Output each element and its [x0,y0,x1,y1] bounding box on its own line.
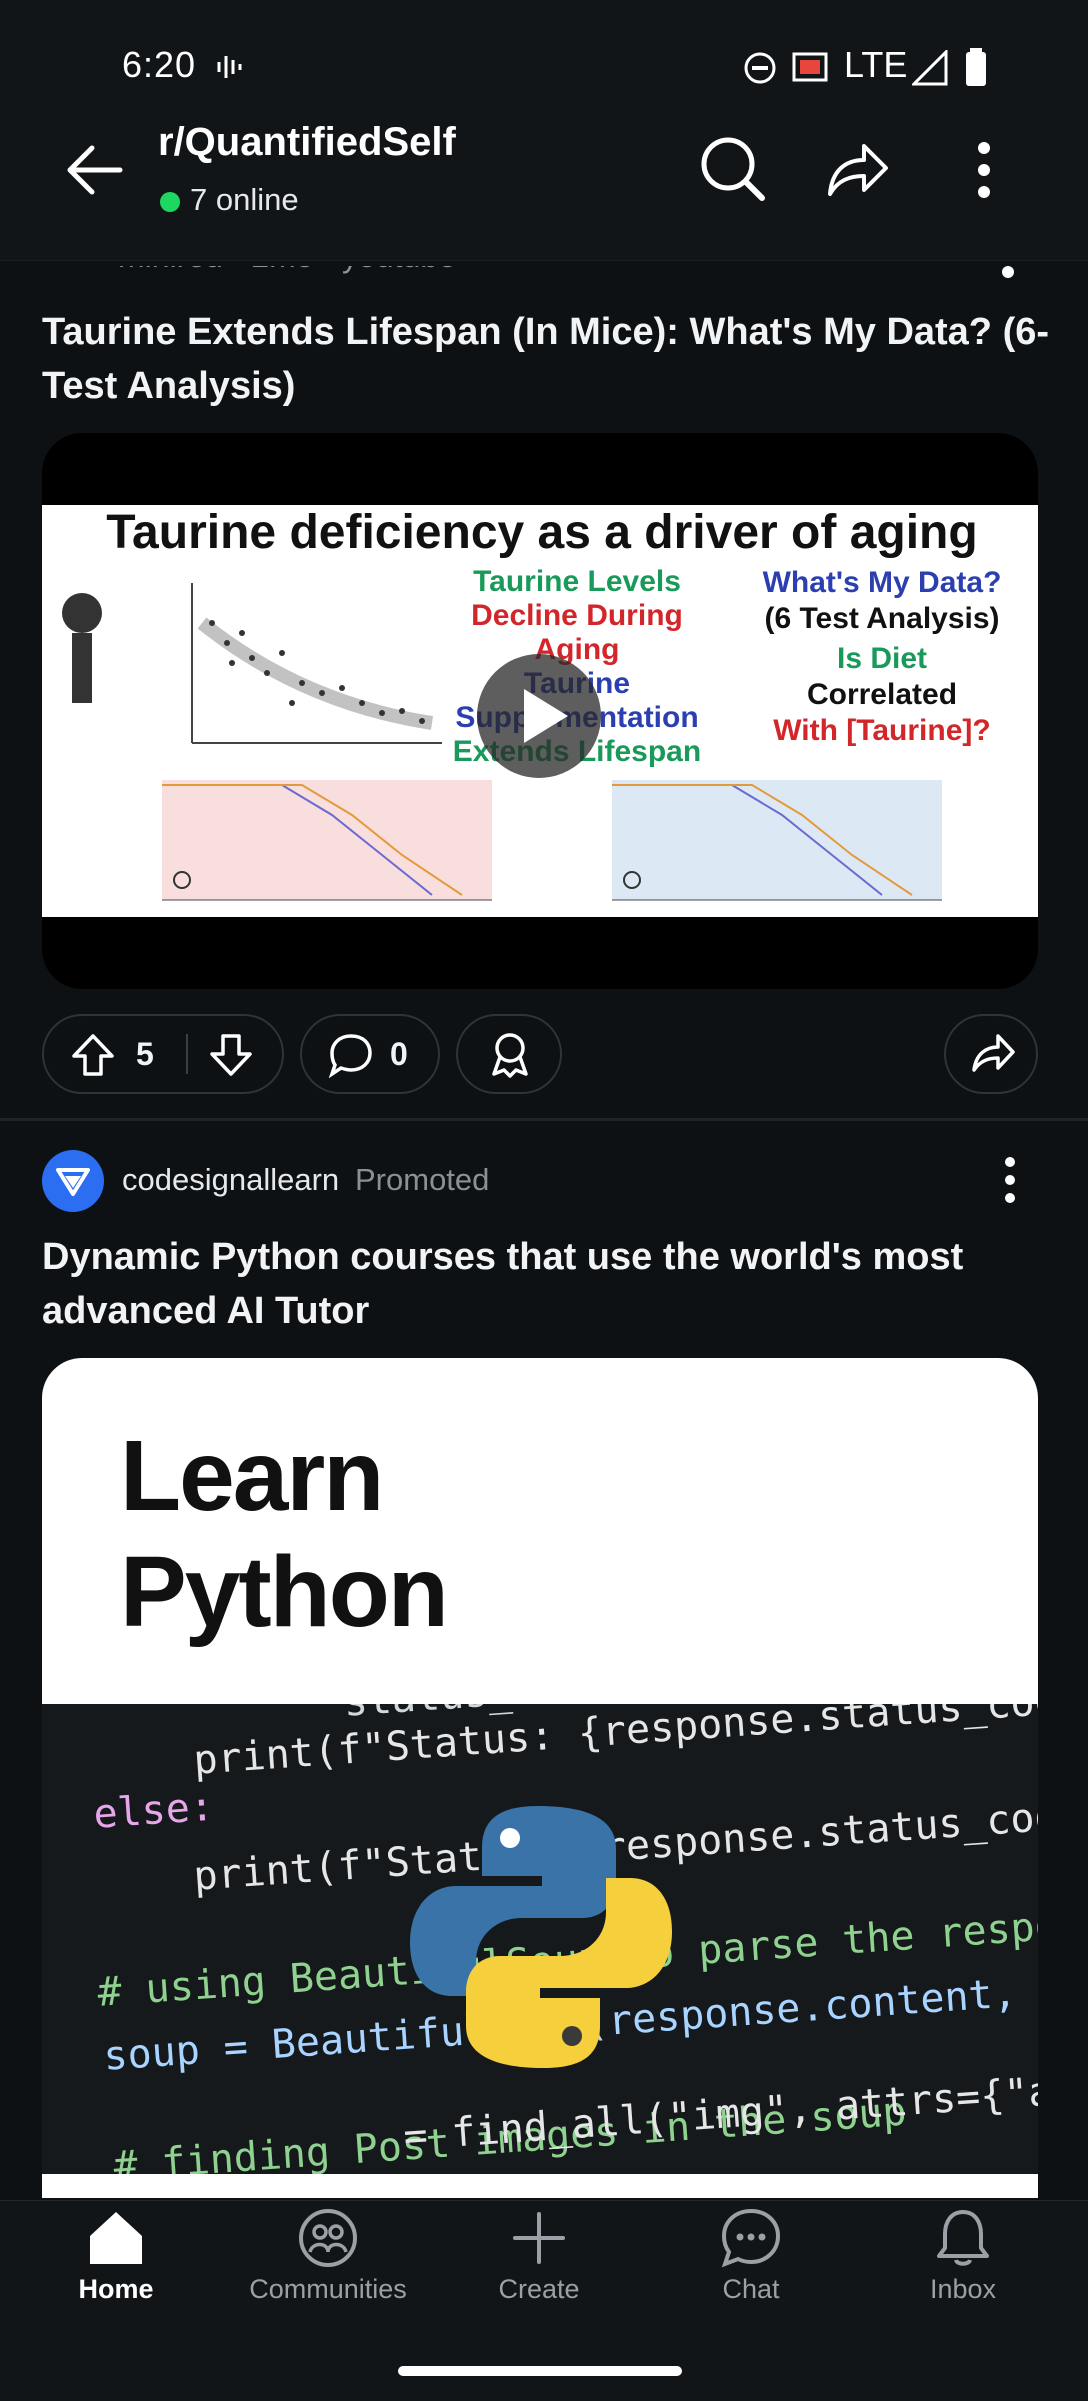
nav-create[interactable]: Create [459,2206,619,2305]
python-logo-icon [410,1806,672,2068]
kebab-icon[interactable] [998,1156,1022,1206]
upvote-icon[interactable] [70,1032,116,1078]
post-menu-icon[interactable] [1000,264,1016,280]
video-thumbnail[interactable]: Taurine deficiency as a driver of aging … [42,433,1038,989]
share-icon[interactable] [822,134,892,204]
code-line: else: [92,1783,216,1838]
online-dot [160,192,180,212]
gesture-handle[interactable] [398,2366,682,2376]
comment-count: 0 [390,1036,408,1072]
post-title[interactable]: Taurine Extends Lifespan (In Mice): What… [42,305,1052,413]
thumbnail-right-text: What's My Data? (6 Test Analysis) Is Die… [762,566,1002,747]
communities-icon [299,2209,357,2267]
ad-image[interactable]: Learn Python status_code != 200: print(f… [42,1358,1038,2198]
award-icon [492,1033,528,1078]
comment-icon [328,1034,372,1078]
online-count: 7 online [190,182,299,217]
downvote-icon[interactable] [208,1032,254,1078]
nav-chat[interactable]: Chat [671,2206,831,2305]
network-type: LTE [844,44,908,85]
feed-divider [0,1118,1088,1121]
thumbnail-headline: Taurine deficiency as a driver of aging [106,506,978,559]
vote-divider [186,1034,188,1074]
play-icon[interactable] [476,653,602,779]
signal-icon [912,50,948,86]
nav-communities[interactable]: Communities [248,2206,408,2305]
share-icon [972,1034,1015,1072]
upvote-count: 5 [136,1036,154,1072]
ad-heading: Learn Python [120,1420,449,1648]
home-icon [90,2212,142,2264]
codesignal-logo-icon [56,1168,90,1196]
cast-icon [792,52,828,82]
ad-title[interactable]: Dynamic Python courses that use the worl… [42,1230,1052,1338]
promoted-label: Promoted [355,1162,490,1197]
subreddit-name[interactable]: r/QuantifiedSelf [158,120,456,165]
plus-icon [513,2212,565,2264]
battery-icon [966,48,986,86]
scatter-plot [52,563,452,763]
nav-label: Inbox [929,2274,997,2304]
code-line: print(f"Status: {response.status_code} -… [192,1704,1038,1784]
advertiser-avatar[interactable] [42,1150,104,1212]
nav-inbox[interactable]: Inbox [883,2206,1043,2305]
nav-label: Chat [722,2274,780,2304]
survival-curves [162,780,942,901]
status-time: 6:20 [122,44,197,85]
advertiser-name[interactable]: codesignallearn [122,1162,339,1198]
bell-icon [937,2210,989,2266]
search-icon[interactable] [698,134,768,204]
nav-label: Create [498,2274,580,2304]
nav-label: Home [78,2274,154,2304]
kebab-icon[interactable] [972,140,996,200]
arrow-left-icon[interactable] [62,138,126,202]
chat-icon [721,2208,781,2268]
nav-home[interactable]: Home [36,2206,196,2305]
sound-wave-icon [217,56,242,78]
do-not-disturb-icon [744,52,776,84]
nav-label: Communities [249,2274,407,2304]
